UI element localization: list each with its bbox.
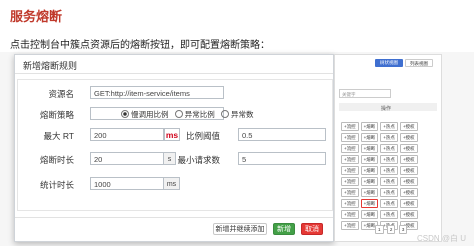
tree-view-tab[interactable]: 树状视图 <box>375 59 403 67</box>
radio-selected-icon <box>121 110 129 118</box>
resource-input[interactable]: GET:http://item-service/items <box>90 86 224 99</box>
dialog-title: 新增熔断规则 <box>23 61 78 71</box>
max-rt-label: 最大 RT <box>43 131 74 141</box>
circuit-breaker-dialog: 新增熔断规则 资源名 GET:http://item-service/items… <box>14 54 334 242</box>
strategy-label: 熔断策略 <box>39 110 74 120</box>
add-and-continue-button[interactable]: 新增并继续添加 <box>213 223 267 235</box>
resource-row: +流控+熔断+热点+授权 <box>341 159 437 175</box>
pagination: 1 2 3 <box>375 225 409 234</box>
resource-row: +流控+熔断+热点+授权 <box>341 214 437 230</box>
min-requests-label: 最小请求数 <box>177 155 220 165</box>
resource-label: 资源名 <box>48 89 74 99</box>
resource-row: +流控+熔断+热点+授权 <box>341 148 437 164</box>
cancel-button[interactable]: 取消 <box>301 223 323 235</box>
duration-label: 熔断时长 <box>39 155 74 165</box>
page-title: 服务熔断 <box>10 9 63 24</box>
radio-icon <box>174 110 183 118</box>
resource-row: +流控+熔断+热点+授权 <box>341 115 437 131</box>
page-2-button[interactable]: 2 <box>386 225 396 234</box>
watermark: CSDN @白 U <box>416 234 466 243</box>
flow-control-button[interactable]: +流控 <box>341 221 359 230</box>
page-3-button[interactable]: 3 <box>398 225 408 234</box>
ratio-label: 比例阈值 <box>185 131 220 141</box>
min-requests-input[interactable]: 5 <box>238 152 326 165</box>
ratio-input[interactable]: 0.5 <box>238 128 326 141</box>
dialog-form: 资源名 GET:http://item-service/items 熔断策略 慢… <box>17 79 333 211</box>
strategy-option-error-ratio[interactable]: 异常比例 <box>174 110 215 119</box>
resource-row: +流控+熔断+热点+授权 <box>341 137 437 153</box>
strategy-radio-group: 慢调用比例 异常比例 异常数 <box>90 107 254 120</box>
dialog-footer-divider <box>15 217 333 218</box>
resource-list-panel: 树状视图 列表视图 关键字 操作 +流控 +熔断 +热点 +授权 +流控 +熔断 +热点 +授… <box>334 54 442 242</box>
instruction-text: 点击控制台中簇点资源后的熔断按钮，即可配置熔断策略： <box>10 40 270 51</box>
resource-row: +流控+熔断+热点+授权 <box>341 170 437 186</box>
max-rt-input[interactable]: 200 <box>90 128 164 141</box>
radio-icon <box>221 110 230 118</box>
keyword-search-input[interactable]: 关键字 <box>339 89 391 98</box>
page-1-button[interactable]: 1 <box>375 225 384 234</box>
ops-header: 操作 <box>381 106 392 112</box>
resource-row: +流控+熔断+热点+授权 <box>341 203 437 219</box>
duration-input[interactable]: 20 <box>90 152 164 165</box>
add-button[interactable]: 新增 <box>273 223 295 235</box>
stat-duration-input[interactable]: 1000 <box>90 177 164 190</box>
resource-row: +流控+熔断+热点+授权 <box>341 181 437 197</box>
strategy-option-error-count[interactable]: 异常数 <box>221 110 254 119</box>
resource-row: +流控+熔断+热点+授权 <box>341 192 437 208</box>
stat-duration-label: 统计时长 <box>39 180 74 190</box>
dialog-title-divider <box>15 73 333 74</box>
stat-duration-unit: ms <box>164 177 180 190</box>
list-view-tab[interactable]: 列表视图 <box>405 59 433 67</box>
strategy-option-slow-call[interactable]: 慢调用比例 <box>121 110 169 119</box>
resource-row: +流控+熔断+热点+授权 <box>341 126 437 142</box>
